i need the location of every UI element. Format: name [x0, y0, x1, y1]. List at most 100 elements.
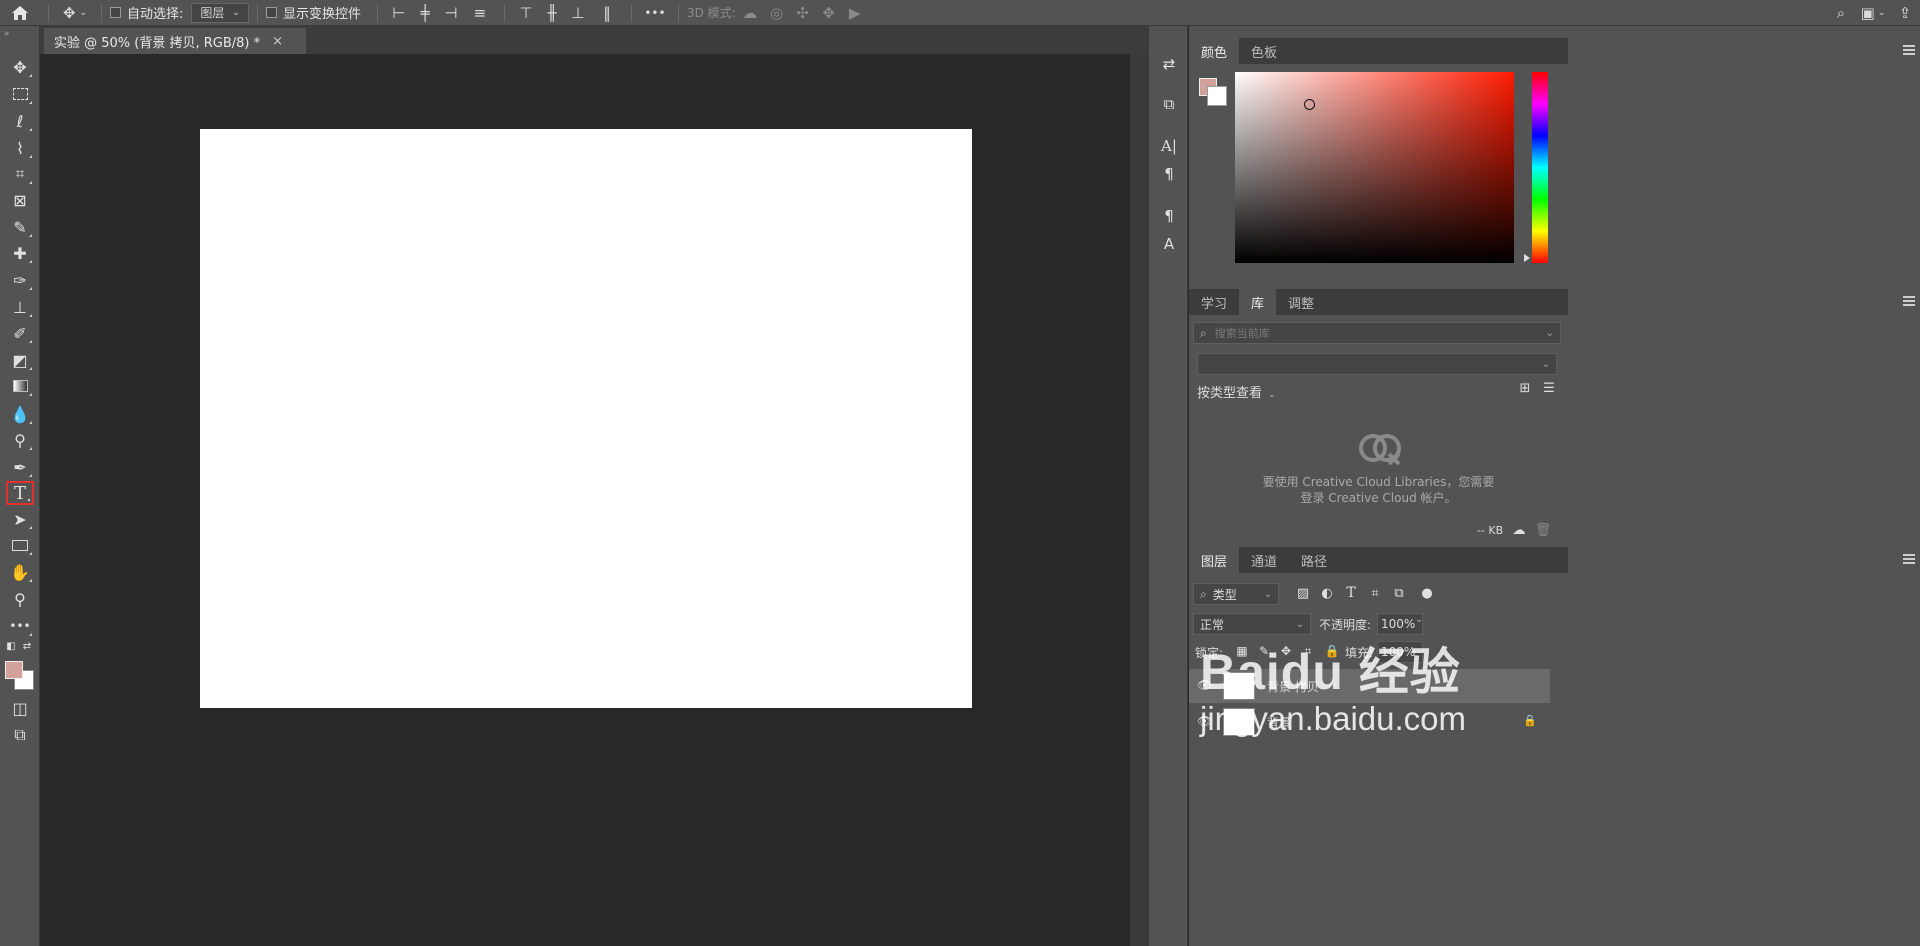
type-tool-icon[interactable]: T: [6, 481, 34, 505]
tab-libraries[interactable]: 库: [1239, 289, 1277, 315]
eyedropper-tool-icon[interactable]: ✎: [6, 215, 34, 239]
lasso-tool-icon[interactable]: ℓ: [6, 109, 34, 133]
paragraph-panel-icon[interactable]: ¶: [1157, 162, 1181, 186]
view-by-type-dropdown[interactable]: 按类型查看 ⌄: [1197, 382, 1276, 401]
tab-learn[interactable]: 学习: [1189, 289, 1239, 315]
dodge-tool-icon[interactable]: ⚲: [6, 428, 34, 452]
auto-select-checkbox[interactable]: [110, 7, 121, 18]
tab-channels[interactable]: 通道: [1239, 547, 1289, 573]
lock-all-icon[interactable]: 🔒: [1323, 641, 1341, 661]
distribute-icon[interactable]: ≡: [464, 2, 496, 24]
search-icon[interactable]: ⌕: [1826, 2, 1856, 24]
foreground-color-swatch[interactable]: [5, 661, 23, 679]
align-vcenter-icon[interactable]: ╫: [539, 2, 565, 24]
blur-tool-icon[interactable]: 💧: [6, 402, 34, 426]
pen-tool-icon[interactable]: ✒: [6, 455, 34, 479]
paragraph-styles-icon[interactable]: ¶: [1157, 204, 1181, 228]
align-left-icon[interactable]: ⊢: [386, 2, 412, 24]
3d-slide-icon[interactable]: ✥: [816, 2, 842, 24]
color-picker-ring[interactable]: [1304, 99, 1315, 110]
default-colors-icon[interactable]: ◧: [4, 639, 18, 653]
rectangle-tool-icon[interactable]: [6, 533, 34, 557]
filter-shape-icon[interactable]: ⌗: [1365, 582, 1385, 604]
color-panel-menu-icon[interactable]: [1903, 45, 1915, 55]
layer-name[interactable]: 背景: [1267, 714, 1291, 731]
brush-tool-icon[interactable]: ✑: [6, 268, 34, 292]
blend-mode-dropdown[interactable]: 正常 ⌄: [1193, 613, 1311, 635]
library-panel-menu-icon[interactable]: [1903, 296, 1915, 306]
color-field[interactable]: [1235, 72, 1514, 263]
document-tab[interactable]: 实验 @ 50% (背景 拷贝, RGB/8) * ×: [44, 28, 306, 54]
workspace-icon[interactable]: ▣ ⌄: [1856, 2, 1890, 24]
crop-tool-icon[interactable]: ⌗: [6, 162, 34, 186]
distribute-vertical-icon[interactable]: ‖: [591, 2, 623, 24]
hand-tool-icon[interactable]: ✋: [6, 560, 34, 584]
history-brush-tool-icon[interactable]: ✐: [6, 321, 34, 345]
panel-background-swatch[interactable]: [1207, 86, 1227, 106]
path-selection-tool-icon[interactable]: ➤: [6, 507, 34, 531]
lock-artboard-icon[interactable]: ⌗: [1299, 641, 1317, 661]
filter-adjustment-icon[interactable]: ◐: [1317, 582, 1337, 604]
align-bottom-icon[interactable]: ⊥: [565, 2, 591, 24]
lock-position-icon[interactable]: ✥: [1277, 641, 1295, 661]
list-view-icon[interactable]: ☰: [1539, 378, 1559, 398]
3d-pan-icon[interactable]: ✣: [790, 2, 816, 24]
vertical-scrollbar[interactable]: [1130, 54, 1148, 946]
history-panel-icon[interactable]: ⇄: [1157, 52, 1181, 76]
clone-stamp-tool-icon[interactable]: ⊥: [6, 295, 34, 319]
marquee-tool-icon[interactable]: [6, 82, 34, 106]
show-transform-checkbox[interactable]: [265, 7, 277, 18]
eye-icon[interactable]: 👁: [1197, 714, 1212, 728]
layer-row[interactable]: 👁 背景 拷贝: [1189, 669, 1550, 703]
tab-adjustments[interactable]: 调整: [1276, 289, 1326, 315]
eye-icon[interactable]: 👁: [1197, 678, 1212, 692]
frame-tool-icon[interactable]: ⊠: [6, 188, 34, 212]
share-icon[interactable]: ⇪: [1890, 2, 1920, 24]
layer-filter-dropdown[interactable]: ⌕ 类型 ⌄: [1193, 583, 1279, 605]
lock-image-icon[interactable]: ✎: [1255, 641, 1273, 661]
grid-view-icon[interactable]: ⊞: [1515, 378, 1535, 398]
document-canvas[interactable]: [200, 129, 972, 708]
chevron-down-icon[interactable]: ⌄: [1415, 614, 1423, 625]
screen-mode-icon[interactable]: ⧉: [6, 723, 34, 747]
trash-icon[interactable]: 🗑: [1533, 520, 1553, 540]
zoom-tool-icon[interactable]: ⚲: [6, 587, 34, 611]
quick-mask-icon[interactable]: ◫: [6, 696, 34, 720]
gradient-tool-icon[interactable]: [6, 374, 34, 398]
align-top-icon[interactable]: ⊤: [513, 2, 539, 24]
swap-colors-icon[interactable]: ⇄: [20, 639, 34, 653]
tab-layers[interactable]: 图层: [1189, 547, 1240, 573]
more-options-icon[interactable]: •••: [640, 2, 670, 24]
collapse-toolbar-icon[interactable]: »: [4, 29, 32, 39]
fill-input[interactable]: 100%: [1377, 641, 1423, 663]
hue-slider[interactable]: [1532, 72, 1548, 263]
align-hcenter-icon[interactable]: ╪: [412, 2, 438, 24]
3d-orbit-icon[interactable]: ☁: [736, 2, 764, 24]
library-search-input[interactable]: ⌕ 搜索当前库 ⌄: [1193, 322, 1561, 344]
character-panel-icon[interactable]: A|: [1157, 134, 1181, 158]
layers-panel-menu-icon[interactable]: [1903, 554, 1915, 564]
tab-swatches[interactable]: 色板: [1239, 38, 1289, 64]
character-styles-icon[interactable]: A: [1157, 232, 1181, 256]
cloud-sync-icon[interactable]: ☁: [1509, 520, 1529, 540]
filter-type-icon[interactable]: T: [1341, 582, 1361, 604]
move-tool-icon[interactable]: ✥: [6, 55, 34, 79]
tab-paths[interactable]: 路径: [1289, 547, 1339, 573]
healing-brush-tool-icon[interactable]: ✚: [6, 241, 34, 265]
move-tool-preset-icon[interactable]: ✥ ⌄: [57, 2, 93, 24]
properties-panel-icon[interactable]: ⧉: [1157, 92, 1181, 116]
auto-select-target-dropdown[interactable]: 图层 ⌄: [191, 2, 249, 23]
layer-name[interactable]: 背景 拷贝: [1267, 678, 1319, 695]
close-document-icon[interactable]: ×: [272, 34, 283, 49]
library-select-dropdown[interactable]: ⌄: [1197, 353, 1557, 375]
align-right-icon[interactable]: ⊣: [438, 2, 464, 24]
edit-toolbar-icon[interactable]: •••: [6, 614, 34, 638]
3d-camera-icon[interactable]: ▶: [842, 2, 868, 24]
lock-transparent-icon[interactable]: ▦: [1233, 641, 1251, 661]
filter-pixel-icon[interactable]: ▨: [1293, 582, 1313, 604]
filter-toggle-icon[interactable]: ●: [1417, 582, 1437, 604]
quick-selection-tool-icon[interactable]: ⌇: [6, 136, 34, 160]
layer-row[interactable]: 👁 背景 🔒: [1189, 705, 1550, 739]
3d-roll-icon[interactable]: ◎: [764, 2, 790, 24]
hue-slider-handle[interactable]: [1524, 254, 1530, 262]
